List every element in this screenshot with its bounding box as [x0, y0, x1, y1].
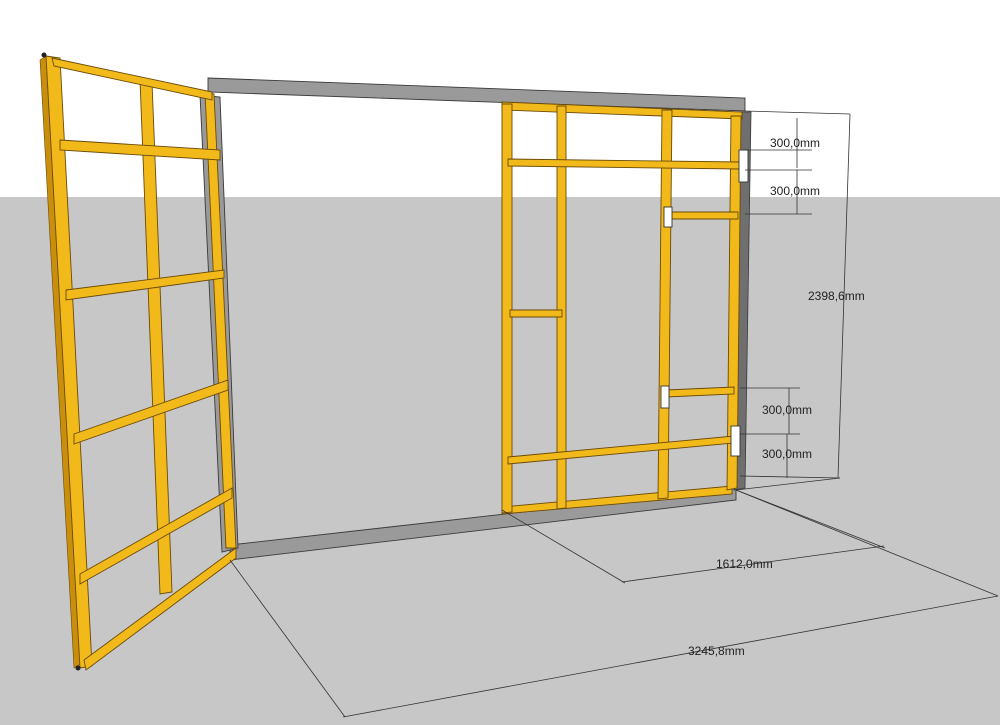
hinge-bottom [730, 425, 741, 457]
dim-label-bottom-2: 300,0mm [762, 447, 812, 461]
dim-label-top-2: 300,0mm [770, 184, 820, 198]
wall-frame-3d-diagram: 300,0mm 300,0mm 2398,6mm 300,0mm 300,0mm… [0, 0, 1000, 725]
door-corner-top [41, 52, 47, 58]
right-frame-rail-short-left [509, 309, 563, 318]
hinge-top [738, 149, 749, 183]
door-corner-bottom [75, 665, 81, 671]
right-frame-rail-short-upper [669, 211, 739, 220]
dim-label-bottom-1: 300,0mm [762, 403, 812, 417]
dim-label-door-width: 1612,0mm [716, 557, 773, 571]
dim-label-total-width: 3245,8mm [688, 644, 745, 658]
hinge-middle-upper [663, 206, 673, 228]
dim-label-height: 2398,6mm [808, 289, 865, 303]
hinge-middle-lower [660, 385, 670, 409]
dim-label-top-1: 300,0mm [770, 136, 820, 150]
